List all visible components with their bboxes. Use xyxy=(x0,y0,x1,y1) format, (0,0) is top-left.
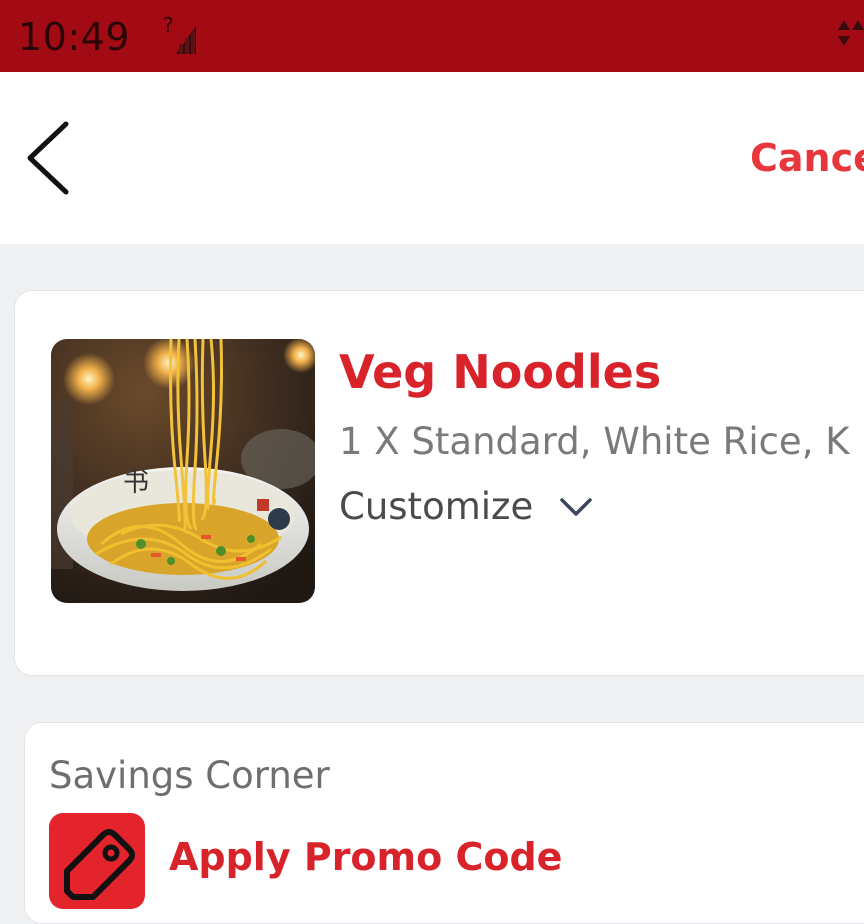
apply-promo-code-label: Apply Promo Code xyxy=(169,835,563,879)
svg-text:书: 书 xyxy=(123,468,149,498)
data-arrows-icon xyxy=(836,18,864,50)
top-app-bar: Cance xyxy=(0,72,864,244)
savings-corner-title: Savings Corner xyxy=(49,754,330,797)
status-bar: 10:49 ? xyxy=(0,0,864,72)
chevron-left-icon xyxy=(27,121,69,195)
chevron-down-icon xyxy=(560,498,592,516)
tag-icon xyxy=(49,813,145,909)
status-time: 10:49 xyxy=(18,15,131,59)
item-title: Veg Noodles xyxy=(339,345,662,399)
signal-no-sim-icon: ? xyxy=(162,13,200,56)
item-description: 1 X Standard, White Rice, K xyxy=(339,420,850,463)
veg-noodles-photo: 书 xyxy=(51,339,315,603)
customize-label: Customize xyxy=(339,485,534,528)
svg-text:?: ? xyxy=(163,14,174,37)
cancel-button[interactable]: Cance xyxy=(750,134,864,182)
back-button[interactable] xyxy=(18,118,82,198)
cart-item-card: 书 Veg Noodles 1 X Standard, White Rice, … xyxy=(14,290,864,676)
customize-toggle[interactable]: Customize xyxy=(339,483,593,531)
savings-corner-card: Savings Corner Apply Promo Code xyxy=(24,722,864,924)
